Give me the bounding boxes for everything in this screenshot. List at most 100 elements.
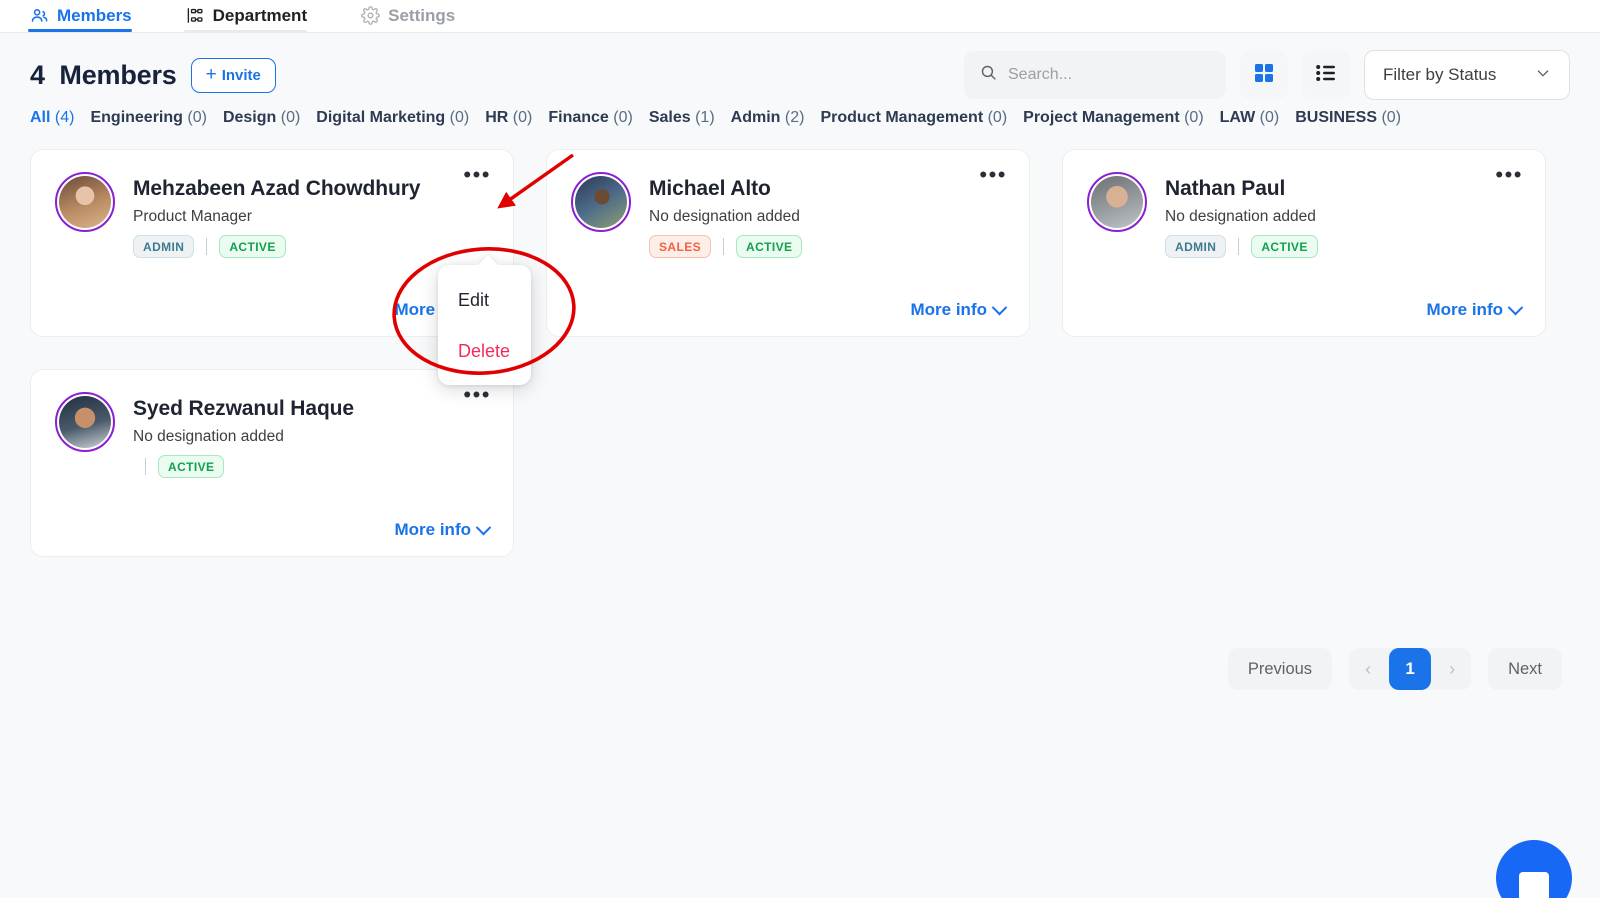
- avatar: [1087, 172, 1147, 232]
- page-header: 4 Members + Invite Search... Filter by S…: [0, 33, 1600, 100]
- member-card-header: Syed Rezwanul Haque No designation added A…: [55, 392, 489, 479]
- department-filter-label: Project Management: [1023, 109, 1180, 126]
- department-filter-count: (1): [695, 109, 715, 126]
- pagination-prev-arrow-icon[interactable]: ‹: [1357, 660, 1379, 678]
- department-filter-label: Design: [222, 109, 277, 126]
- department-filter-count: (0): [987, 109, 1008, 126]
- member-info: Michael Alto No designation added SALES ACT…: [649, 172, 803, 259]
- department-filter-hr[interactable]: HR (0): [485, 109, 532, 127]
- pagination-next-arrow-icon[interactable]: ›: [1441, 660, 1463, 678]
- tab-department-label: Department: [212, 5, 308, 25]
- people-icon: [30, 6, 49, 25]
- member-card: ••• Michael Alto No designation added SALES…: [546, 149, 1030, 337]
- department-filter-count: (0): [512, 109, 533, 126]
- chevron-down-icon: [1535, 65, 1551, 86]
- badge-divider: [206, 238, 208, 256]
- member-card-header: Mehzabeen Azad Chowdhury Product Manager A…: [55, 172, 489, 259]
- more-info-label: More info: [394, 520, 472, 539]
- tab-department[interactable]: Department: [183, 0, 329, 32]
- filter-by-status-select[interactable]: Filter by Status: [1364, 50, 1570, 100]
- menu-item-delete[interactable]: Delete: [438, 332, 531, 371]
- pagination-page-1[interactable]: 1: [1389, 648, 1432, 690]
- title-group: 4 Members + Invite: [30, 57, 276, 93]
- department-filter-law[interactable]: LAW (0): [1220, 109, 1280, 127]
- member-designation: No designation added: [133, 428, 284, 446]
- member-context-menu: Edit Delete: [438, 265, 531, 385]
- grid-view-button[interactable]: [1240, 51, 1288, 99]
- gear-icon: [361, 6, 380, 25]
- department-filter-admin[interactable]: Admin (2): [731, 109, 805, 127]
- department-filter-business[interactable]: BUSINESS (0): [1295, 109, 1401, 127]
- grid-view-icon: [1254, 63, 1274, 88]
- header-actions: Filter by Status: [964, 50, 1570, 100]
- search-input[interactable]: [1008, 66, 1210, 84]
- tab-active-underline: [28, 29, 132, 32]
- menu-item-edit[interactable]: Edit: [438, 281, 531, 320]
- more-info-toggle[interactable]: More info: [910, 299, 1008, 320]
- member-kebab-menu-icon[interactable]: •••: [979, 164, 1007, 186]
- status-badge: ACTIVE: [1251, 235, 1318, 259]
- list-view-icon: [1316, 63, 1336, 88]
- member-card: ••• Nathan Paul No designation added ADMIN A…: [1062, 149, 1546, 337]
- pagination-next-button[interactable]: Next: [1488, 648, 1562, 690]
- department-filter-count: (0): [1184, 109, 1204, 126]
- department-filter-label: Product Management: [820, 109, 984, 126]
- avatar: [55, 172, 115, 232]
- department-filter-finance[interactable]: Finance (0): [548, 109, 632, 127]
- pagination-pages: ‹ 1 ›: [1349, 648, 1472, 690]
- pagination: Previous ‹ 1 › Next: [1227, 648, 1562, 690]
- filter-by-status-label: Filter by Status: [1383, 65, 1497, 84]
- more-info-toggle[interactable]: More info: [394, 519, 492, 540]
- avatar-photo: [1091, 176, 1143, 228]
- more-info-label: More info: [910, 300, 988, 319]
- avatar: [55, 392, 115, 452]
- department-filter-sales[interactable]: Sales (1): [649, 109, 715, 127]
- department-filter-design[interactable]: Design (0): [223, 109, 300, 127]
- invite-button[interactable]: + Invite: [190, 57, 276, 93]
- department-filter-digital-marketing[interactable]: Digital Marketing (0): [316, 109, 469, 127]
- member-kebab-menu-icon[interactable]: •••: [463, 384, 491, 406]
- member-info: Nathan Paul No designation added ADMIN ACTI…: [1165, 172, 1318, 259]
- department-filter-count: (0): [449, 109, 470, 126]
- department-filter-label: Sales: [648, 109, 691, 126]
- more-info-toggle[interactable]: More info: [1426, 299, 1524, 320]
- member-name: Nathan Paul: [1165, 177, 1286, 200]
- department-filter-count: (0): [1259, 109, 1280, 126]
- badge-divider: [1238, 238, 1240, 256]
- department-filter-engineering[interactable]: Engineering (0): [90, 109, 206, 127]
- member-kebab-menu-icon[interactable]: •••: [463, 164, 491, 186]
- org-chart-icon: [186, 6, 205, 25]
- department-filter-count: (0): [1381, 109, 1402, 126]
- avatar-photo: [59, 176, 111, 228]
- department-filter-all[interactable]: All (4): [30, 109, 74, 127]
- more-info-label: More info: [1426, 300, 1504, 319]
- chevron-down-icon: [1507, 299, 1524, 315]
- invite-button-label: Invite: [221, 66, 261, 84]
- member-kebab-menu-icon[interactable]: •••: [1495, 164, 1523, 186]
- department-filter-label: Finance: [548, 109, 609, 126]
- avatar: [571, 172, 631, 232]
- tab-settings-label: Settings: [388, 5, 456, 25]
- department-filter-project-management[interactable]: Project Management (0): [1023, 109, 1204, 127]
- search-box[interactable]: [964, 51, 1226, 99]
- tab-settings[interactable]: Settings: [359, 0, 477, 32]
- pagination-previous-button[interactable]: Previous: [1227, 648, 1333, 690]
- page-title: 4 Members: [30, 59, 177, 90]
- member-card: ••• Syed Rezwanul Haque No designation add…: [30, 369, 514, 557]
- department-filter-label: BUSINESS: [1295, 109, 1378, 126]
- top-tabbar: Members Department Settings: [0, 0, 1600, 33]
- tab-members[interactable]: Members: [28, 0, 154, 32]
- avatar-photo: [575, 176, 627, 228]
- department-filter-product-management[interactable]: Product Management (0): [820, 109, 1007, 127]
- tab-department-underline: [183, 30, 308, 32]
- department-filter-label: Engineering: [90, 109, 183, 126]
- member-info: Syed Rezwanul Haque No designation added A…: [133, 392, 354, 479]
- department-filter-label: HR: [485, 109, 509, 126]
- list-view-button[interactable]: [1302, 51, 1350, 99]
- member-designation: No designation added: [1165, 208, 1316, 226]
- chat-widget-button[interactable]: [1496, 840, 1572, 898]
- role-badge: ADMIN: [1165, 235, 1227, 259]
- role-badge: ADMIN: [133, 235, 195, 259]
- badge-divider: [723, 238, 725, 256]
- status-badge: ACTIVE: [219, 235, 286, 259]
